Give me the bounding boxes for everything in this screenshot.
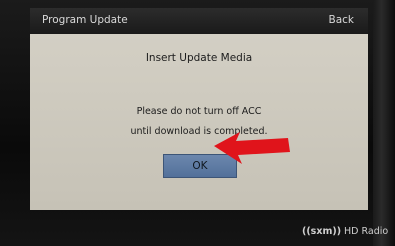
sxm-logo: ((sxm)) <box>302 226 342 237</box>
dialog-heading: Insert Update Media <box>145 52 253 64</box>
dialog-message-line-2: until download is completed. <box>130 126 268 137</box>
dialog-message-line-1: Please do not turn off ACC <box>136 106 262 117</box>
title-bar: Program Update Back <box>30 8 368 34</box>
arrow-left-icon <box>214 132 290 164</box>
hd-radio-logo: HD Radio <box>344 226 389 237</box>
footer-bar: ((sxm)) HD Radio <box>0 216 395 246</box>
back-button[interactable]: Back <box>329 14 355 26</box>
display-screen: Program Update Back Insert Update Media … <box>30 8 368 210</box>
update-dialog: Insert Update Media Please do not turn o… <box>30 34 368 210</box>
bezel-side-trim <box>373 0 395 246</box>
page-title: Program Update <box>42 14 128 26</box>
